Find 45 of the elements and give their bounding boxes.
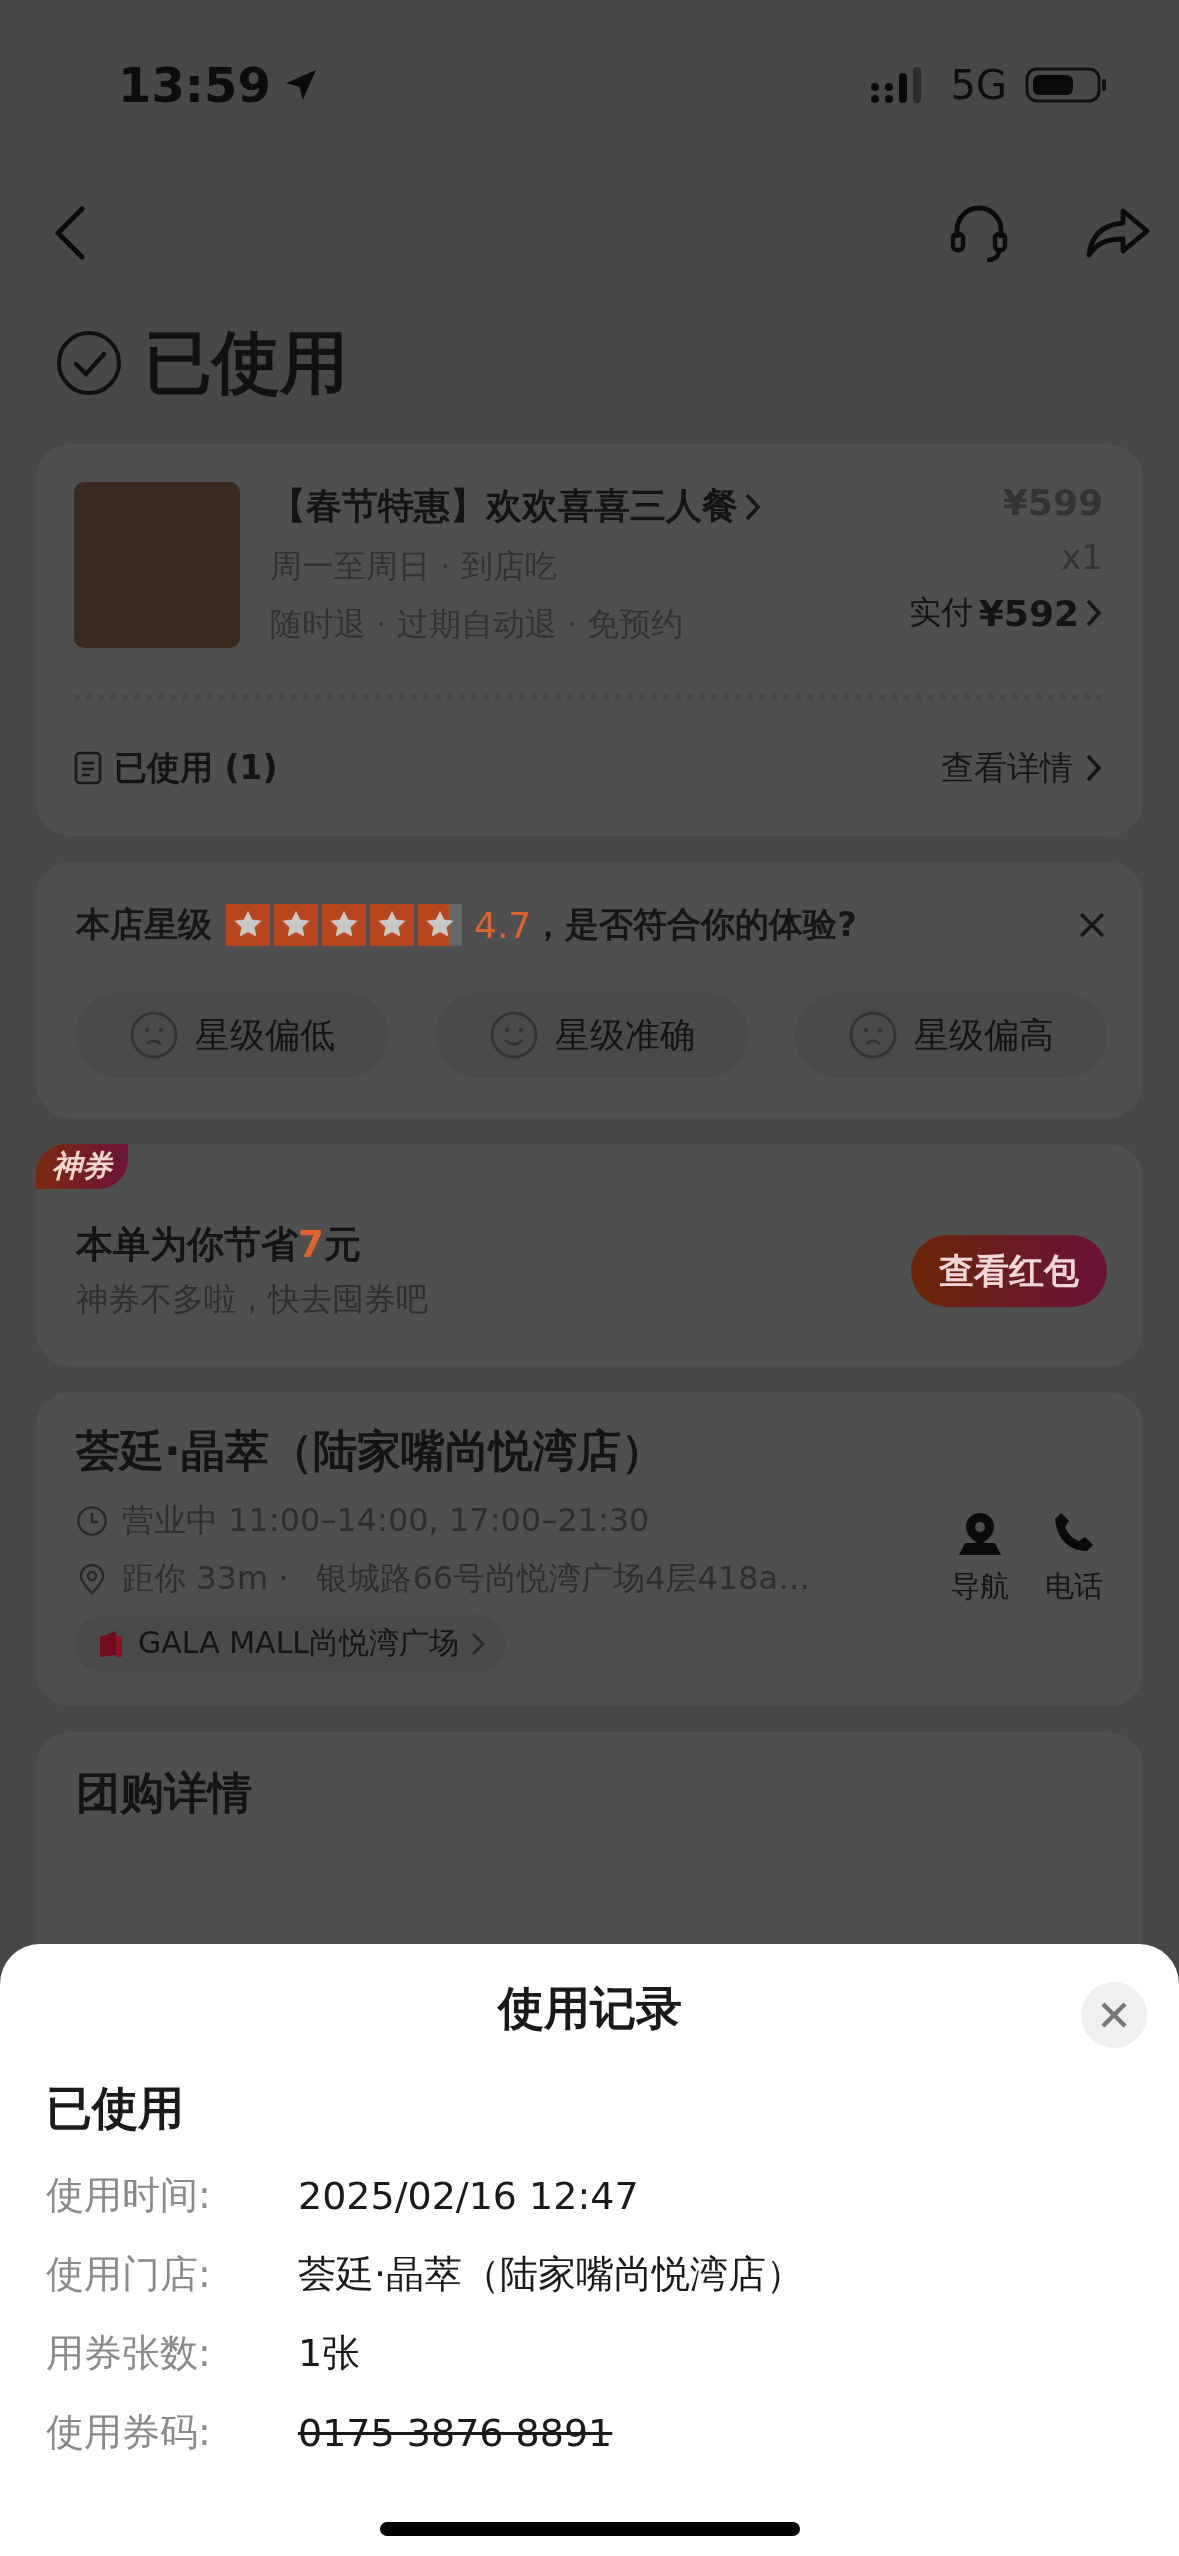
record-value: 荟廷·晶萃（陆家嘴尚悦湾店） <box>298 2251 805 2298</box>
close-icon <box>1099 2000 1129 2030</box>
frown-face-icon <box>848 1010 898 1060</box>
paid-amount: ¥592 <box>978 592 1079 634</box>
coupon-badge: 神券 <box>36 1144 128 1189</box>
rating-label: 本店星级 <box>76 903 212 946</box>
record-value: 0175 3876 8891 <box>298 2410 613 2455</box>
record-label: 使用券码: <box>46 2409 212 2456</box>
usage-status: 已使用 <box>46 2080 185 2137</box>
star-icon <box>322 904 366 946</box>
smile-face-icon <box>488 1010 539 1060</box>
view-coupons-button[interactable]: 查看红包 <box>911 1235 1107 1307</box>
paid-label: 实付 <box>908 592 973 633</box>
document-icon <box>74 751 102 785</box>
record-label: 使用时间: <box>46 2172 212 2219</box>
record-value: 1张 <box>298 2330 361 2377</box>
chevron-icon <box>744 491 762 522</box>
view-details-link[interactable]: 查看详情 <box>941 745 1073 791</box>
star-icon <box>226 904 270 946</box>
navigate-button[interactable]: 导航 <box>951 1509 1009 1672</box>
sheet-title: 使用记录 <box>497 1980 682 2037</box>
network-label: 5G <box>950 62 1007 108</box>
share-icon[interactable] <box>1085 207 1151 259</box>
chevron-icon <box>1085 598 1103 628</box>
group-buy-title: 团购详情 <box>76 1767 252 1818</box>
product-title[interactable]: 【春节特惠】欢欢喜喜三人餐 <box>270 482 738 531</box>
rating-score: 4.7 <box>474 904 532 946</box>
star-icon <box>274 904 318 946</box>
store-name: 荟廷·晶萃（陆家嘴尚悦湾店） <box>76 1425 665 1476</box>
call-button[interactable]: 电话 <box>1045 1509 1103 1672</box>
frown-face-icon <box>129 1010 179 1060</box>
savings-text: 本单为你节省7元 <box>76 1222 362 1268</box>
chevron-icon <box>471 1631 486 1656</box>
clock-icon <box>76 1505 108 1537</box>
star-icon <box>370 904 414 946</box>
record-label: 使用门店: <box>46 2251 212 2298</box>
rating-question: ，是否符合你的体验? <box>531 903 858 946</box>
chevron-icon <box>1085 753 1103 783</box>
close-icon[interactable] <box>1077 910 1107 940</box>
battery-icon <box>1025 65 1109 105</box>
record-label: 用券张数: <box>46 2330 212 2377</box>
record-value: 2025/02/16 12:47 <box>298 2173 639 2218</box>
check-circle-icon <box>56 330 122 396</box>
status-time: 13:59 <box>118 57 271 113</box>
usage-count: 已使用 (1) <box>114 746 278 789</box>
